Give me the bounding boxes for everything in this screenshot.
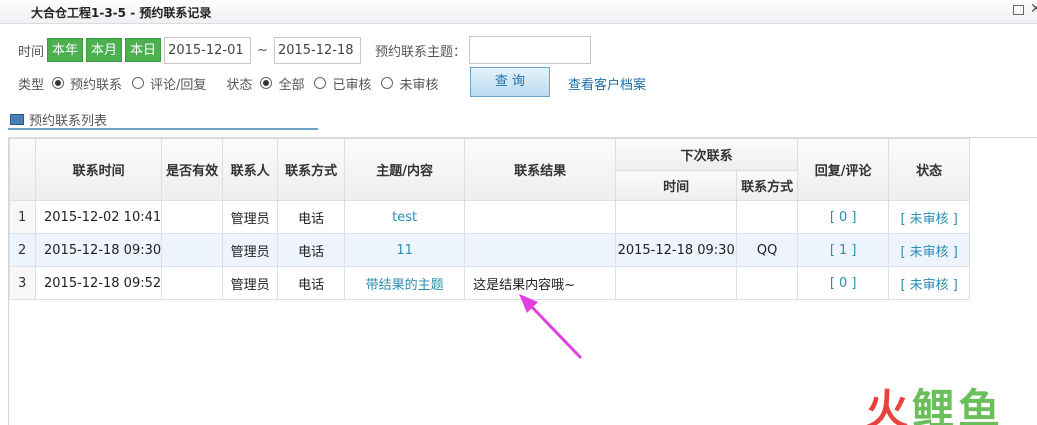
watermark-char-3: 鱼 [958,385,1001,425]
annotation-arrow [519,294,583,360]
watermark-logo: 火 鲤 鱼 [866,376,1000,425]
watermark-char-1: 火 [866,385,909,425]
watermark-char-2: 鲤 [912,385,955,425]
